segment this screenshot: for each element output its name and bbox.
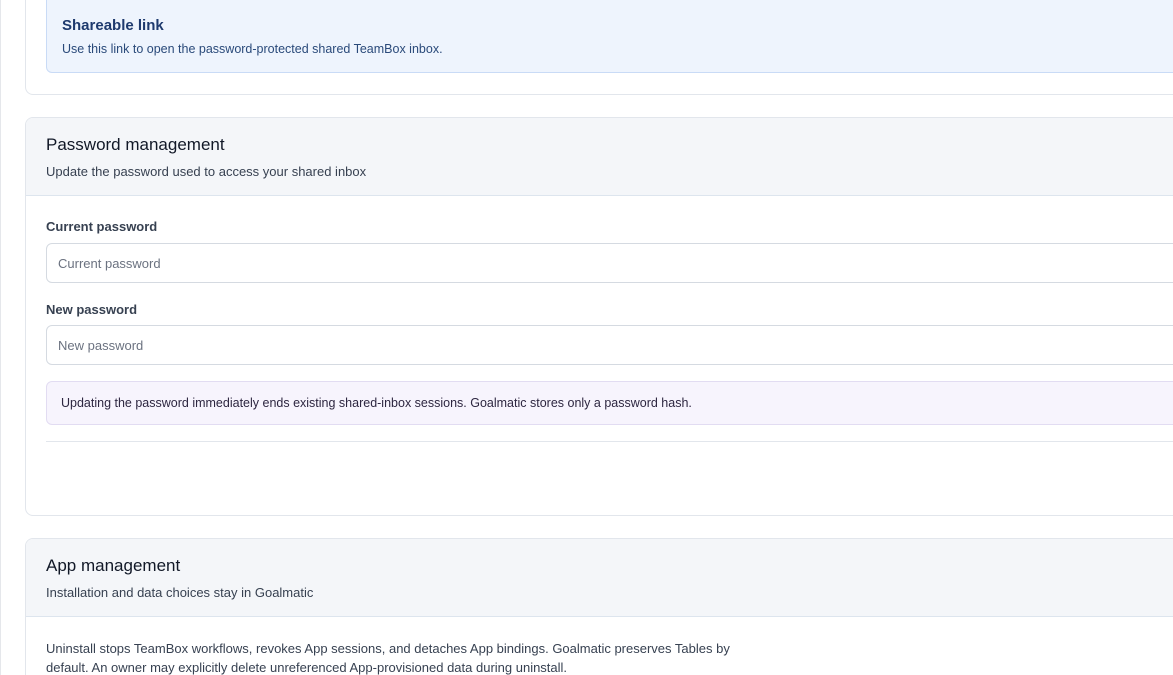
settings-page: Shareable link Use this link to open the… (0, 0, 1173, 675)
shareable-link-description: Use this link to open the password-prote… (62, 42, 443, 56)
shareable-link-box: Shareable link Use this link to open the… (46, 0, 1173, 73)
current-password-input[interactable] (46, 243, 1173, 283)
app-management-header: App management Installation and data cho… (26, 539, 1173, 617)
shareable-link-title: Shareable link (62, 17, 164, 34)
password-management-subtitle: Update the password used to access your … (46, 164, 367, 179)
app-management-title: App management (46, 556, 181, 575)
new-password-input[interactable] (46, 325, 1173, 365)
app-management-subtitle: Installation and data choices stay in Go… (46, 585, 314, 600)
password-management-card: Password management Update the password … (25, 117, 1173, 516)
password-management-title: Password management (46, 135, 225, 154)
app-management-description: Uninstall stops TeamBox workflows, revok… (46, 641, 730, 675)
password-update-notice: Updating the password immediately ends e… (46, 381, 1173, 425)
password-update-notice-text: Updating the password immediately ends e… (61, 396, 692, 410)
password-management-header: Password management Update the password … (26, 118, 1173, 196)
current-password-label: Current password (46, 219, 158, 234)
sidebar-edge (0, 0, 1, 675)
password-section-divider (46, 441, 1173, 442)
shareable-link-card: Shareable link Use this link to open the… (25, 0, 1173, 95)
app-management-card: App management Installation and data cho… (25, 538, 1173, 675)
new-password-label: New password (46, 302, 138, 317)
